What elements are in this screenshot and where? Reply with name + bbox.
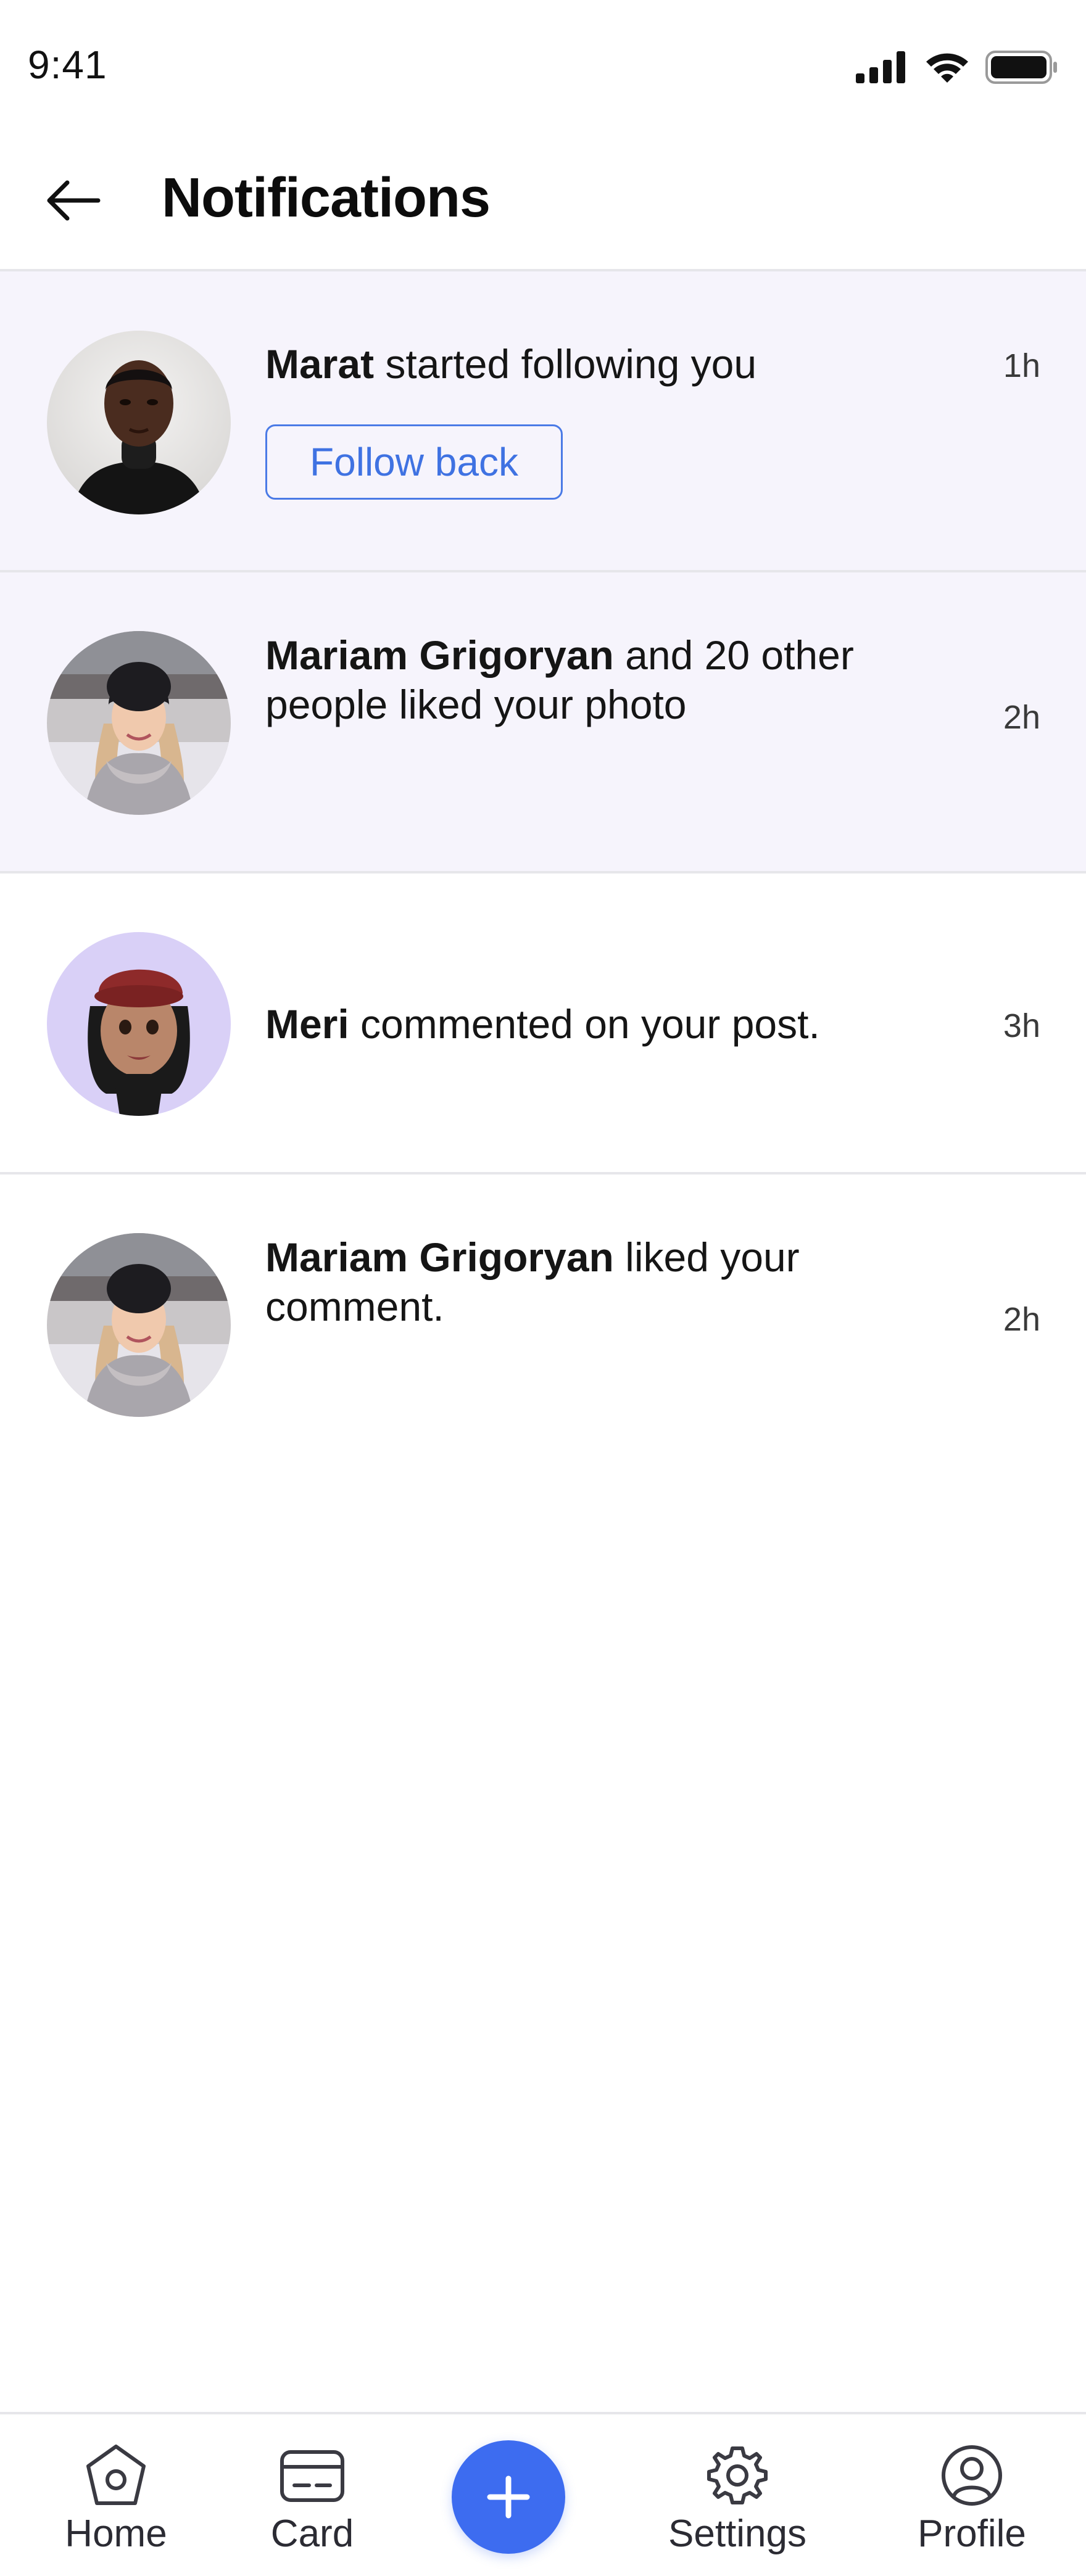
add-button[interactable] — [452, 2440, 565, 2554]
nav-home-label: Home — [65, 2512, 167, 2555]
notification-message: started following you — [374, 341, 757, 387]
notification-item[interactable]: Meri commented on your post. 3h — [0, 873, 1086, 1174]
notification-user-name[interactable]: Marat — [265, 341, 374, 387]
avatar[interactable] — [47, 932, 231, 1116]
notification-time: 3h — [1003, 1007, 1040, 1044]
nav-settings-label: Settings — [668, 2512, 807, 2555]
status-bar: 9:41 — [0, 0, 1086, 130]
nav-home[interactable]: Home — [48, 2442, 184, 2556]
notification-item[interactable]: Mariam Grigoryan liked your comment. 2h — [0, 1174, 1086, 1476]
notification-text: Meri commented on your post. — [265, 999, 975, 1049]
avatar[interactable] — [47, 1233, 231, 1417]
memoji-avatar — [47, 932, 231, 1116]
notification-time: 1h — [1003, 347, 1040, 384]
avatar[interactable] — [47, 631, 231, 815]
follow-back-button[interactable]: Follow back — [265, 424, 563, 500]
home-icon — [79, 2442, 153, 2509]
avatar[interactable] — [47, 331, 231, 514]
nav-card-label: Card — [270, 2512, 354, 2555]
notification-item[interactable]: Mariam Grigoryan and 20 other people lik… — [0, 572, 1086, 873]
arrow-left-icon — [47, 180, 101, 221]
notification-text: Mariam Grigoryan and 20 other people lik… — [265, 630, 975, 729]
man-portrait-avatar — [47, 331, 231, 514]
notification-text: Marat started following you — [265, 339, 975, 389]
card-icon — [275, 2442, 349, 2509]
notification-message: commented on your post. — [349, 1001, 820, 1047]
notification-time: 2h — [1003, 1301, 1040, 1338]
cellular-signal-icon — [856, 51, 905, 83]
notification-user-name[interactable]: Mariam Grigoryan — [265, 1234, 614, 1280]
header: Notifications — [0, 130, 1086, 271]
notification-user-name[interactable]: Meri — [265, 1001, 349, 1047]
woman-winter-avatar — [47, 631, 231, 815]
nav-card[interactable]: Card — [244, 2442, 380, 2556]
notification-list: Marat started following you 1h Follow ba… — [0, 271, 1086, 1476]
status-icons — [856, 51, 1058, 84]
nav-settings[interactable]: Settings — [648, 2442, 827, 2556]
user-circle-icon — [935, 2442, 1009, 2509]
notification-item[interactable]: Marat started following you 1h Follow ba… — [0, 271, 1086, 572]
status-time: 9:41 — [28, 43, 107, 87]
notification-time: 2h — [1003, 699, 1040, 736]
notification-user-name[interactable]: Mariam Grigoryan — [265, 632, 614, 678]
plus-icon — [487, 2475, 530, 2519]
nav-profile-label: Profile — [918, 2512, 1026, 2555]
notification-text: Mariam Grigoryan liked your comment. — [265, 1232, 975, 1331]
page-title: Notifications — [162, 167, 491, 229]
bottom-nav: Home Card Settings Profile — [0, 2412, 1086, 2576]
gear-icon — [700, 2442, 774, 2509]
nav-profile[interactable]: Profile — [901, 2442, 1043, 2556]
wifi-icon — [926, 53, 968, 83]
back-button[interactable] — [42, 173, 104, 228]
woman-winter-avatar — [47, 1233, 231, 1417]
battery-icon — [985, 51, 1057, 84]
